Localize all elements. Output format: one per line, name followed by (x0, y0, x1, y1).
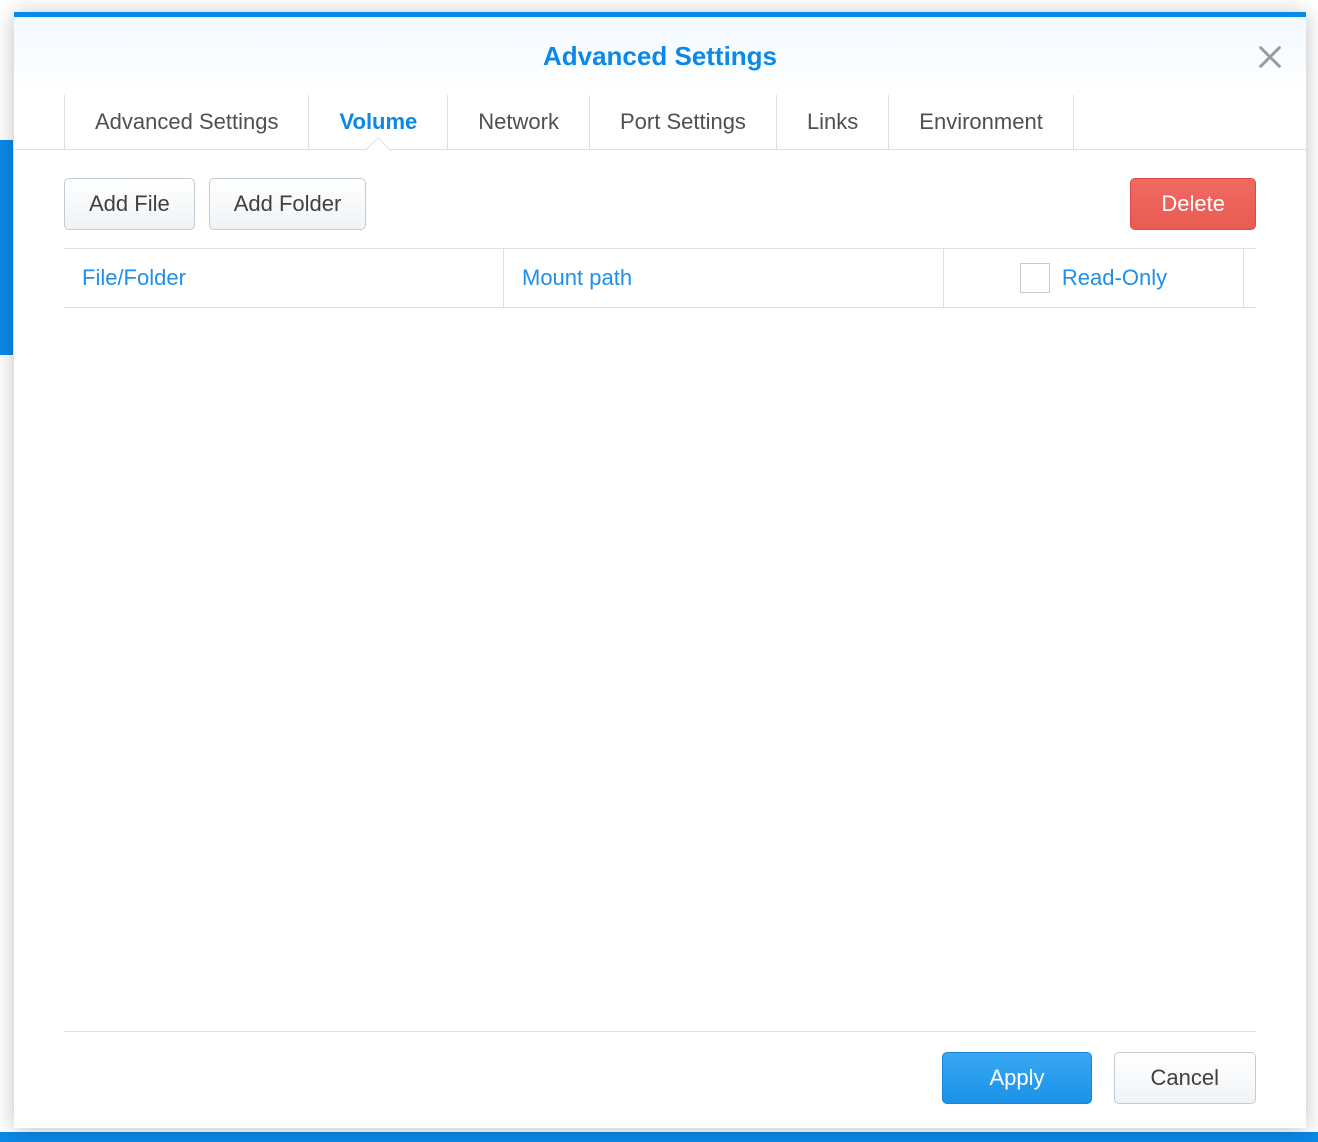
apply-button[interactable]: Apply (942, 1052, 1091, 1104)
close-button[interactable] (1256, 43, 1284, 71)
background-accent-bottom (0, 1132, 1318, 1142)
modal-footer: Apply Cancel (14, 1032, 1306, 1128)
add-folder-button[interactable]: Add Folder (209, 178, 367, 230)
add-file-button[interactable]: Add File (64, 178, 195, 230)
delete-button[interactable]: Delete (1130, 178, 1256, 230)
tab-environment[interactable]: Environment (889, 95, 1074, 149)
advanced-settings-modal: Advanced Settings Advanced Settings Volu… (14, 12, 1306, 1128)
volume-table-body (64, 308, 1256, 1021)
tab-bar: Advanced Settings Volume Network Port Se… (14, 95, 1306, 150)
read-only-label: Read-Only (1062, 265, 1167, 291)
tab-port-settings[interactable]: Port Settings (590, 95, 777, 149)
cancel-button[interactable]: Cancel (1114, 1052, 1256, 1104)
toolbar: Add File Add Folder Delete (64, 178, 1256, 230)
column-header-file-folder[interactable]: File/Folder (64, 249, 504, 307)
column-header-spacer (1244, 249, 1280, 307)
background-accent (0, 140, 13, 355)
modal-title: Advanced Settings (543, 41, 777, 72)
tab-volume[interactable]: Volume (309, 95, 448, 149)
column-header-mount-path[interactable]: Mount path (504, 249, 944, 307)
column-header-read-only[interactable]: Read-Only (944, 249, 1244, 307)
volume-table-header: File/Folder Mount path Read-Only (64, 248, 1256, 308)
tab-links[interactable]: Links (777, 95, 889, 149)
read-only-all-checkbox[interactable] (1020, 263, 1050, 293)
tab-network[interactable]: Network (448, 95, 590, 149)
tab-advanced-settings[interactable]: Advanced Settings (64, 95, 309, 149)
modal-header: Advanced Settings (14, 17, 1306, 95)
tab-content: Add File Add Folder Delete File/Folder M… (14, 150, 1306, 1031)
close-icon (1256, 43, 1284, 71)
